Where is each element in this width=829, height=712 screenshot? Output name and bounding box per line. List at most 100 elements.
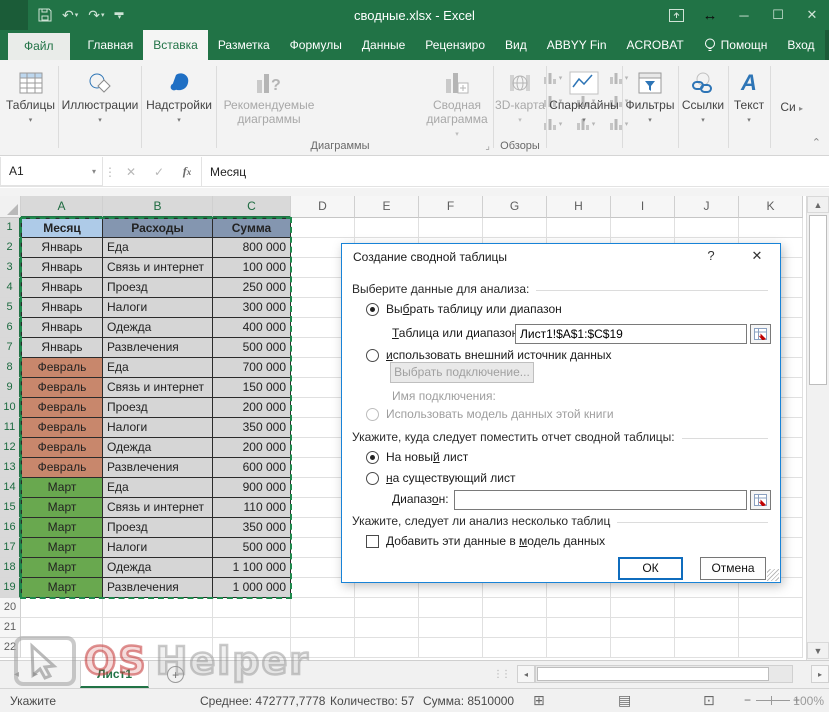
- formula-bar-handle[interactable]: ⋮: [103, 157, 117, 186]
- dialog-help-icon[interactable]: ?: [700, 248, 722, 263]
- row-header-12[interactable]: 12: [0, 438, 21, 458]
- cell[interactable]: 150 000: [213, 378, 291, 398]
- normal-view-icon[interactable]: ⊞: [533, 692, 545, 709]
- cell[interactable]: Март: [21, 558, 103, 578]
- row-header-16[interactable]: 16: [0, 518, 21, 538]
- tab-главная[interactable]: Главная: [78, 30, 144, 60]
- symbols-button-cut[interactable]: Си: [773, 60, 803, 146]
- column-header-C[interactable]: C: [213, 196, 291, 218]
- addins-button[interactable]: Надстройки▾: [143, 60, 215, 146]
- cell[interactable]: 350 000: [213, 518, 291, 538]
- row-header-9[interactable]: 9: [0, 378, 21, 398]
- sign-in-button[interactable]: Вход: [777, 38, 824, 52]
- row-header-10[interactable]: 10: [0, 398, 21, 418]
- cell[interactable]: Январь: [21, 258, 103, 278]
- cancel-button[interactable]: Отмена: [700, 557, 766, 580]
- cell[interactable]: Развлечения: [103, 458, 213, 478]
- maximize-button[interactable]: ☐: [761, 0, 795, 30]
- row-header-21[interactable]: 21: [0, 618, 21, 638]
- row-header-3[interactable]: 3: [0, 258, 21, 278]
- text-button[interactable]: A Текст▾: [730, 60, 768, 146]
- row-header-15[interactable]: 15: [0, 498, 21, 518]
- cell[interactable]: Февраль: [21, 358, 103, 378]
- zoom-out-icon[interactable]: −: [744, 693, 751, 707]
- ribbon-display-options-icon[interactable]: [659, 0, 693, 30]
- cell[interactable]: Одежда: [103, 318, 213, 338]
- sheet-tab-list1[interactable]: Лист1: [80, 661, 149, 688]
- cell[interactable]: 110 000: [213, 498, 291, 518]
- redo-icon[interactable]: ↷▾: [84, 7, 108, 24]
- cell[interactable]: Налоги: [103, 298, 213, 318]
- close-button[interactable]: ✕: [795, 0, 829, 30]
- cell[interactable]: 200 000: [213, 398, 291, 418]
- radio-icon[interactable]: [366, 303, 379, 316]
- cell[interactable]: 800 000: [213, 238, 291, 258]
- cell[interactable]: 500 000: [213, 338, 291, 358]
- cell[interactable]: 350 000: [213, 418, 291, 438]
- name-box[interactable]: A1 ▾: [0, 157, 103, 186]
- cell[interactable]: Связь и интернет: [103, 498, 213, 518]
- cell[interactable]: [103, 638, 213, 658]
- share-button[interactable]: Общий доступ: [825, 30, 829, 60]
- radio-icon[interactable]: [366, 451, 379, 464]
- cell[interactable]: 900 000: [213, 478, 291, 498]
- radio-select-table[interactable]: Выбрать таблицу или диапазон: [366, 302, 562, 316]
- splitter-handle-icon[interactable]: ⋮⋮: [493, 669, 509, 680]
- cell[interactable]: [21, 618, 103, 638]
- cell[interactable]: Январь: [21, 298, 103, 318]
- row-header-19[interactable]: 19: [0, 578, 21, 598]
- tab-вставка[interactable]: Вставка: [143, 30, 208, 60]
- radio-new-sheet[interactable]: На новый лист: [366, 450, 468, 464]
- cell[interactable]: Одежда: [103, 558, 213, 578]
- row-header-22[interactable]: 22: [0, 638, 21, 658]
- horizontal-scrollbar[interactable]: ⋮⋮ ◂ ▸: [493, 663, 829, 685]
- row-header-2[interactable]: 2: [0, 238, 21, 258]
- save-icon[interactable]: [34, 8, 56, 22]
- tables-button[interactable]: Таблицы▾: [4, 60, 57, 146]
- minimize-button[interactable]: ─: [727, 0, 761, 30]
- new-sheet-icon[interactable]: +: [167, 666, 184, 683]
- sparklines-button[interactable]: Спарклайны▾: [548, 60, 620, 146]
- cell[interactable]: Февраль: [21, 378, 103, 398]
- column-header-B[interactable]: B: [103, 196, 213, 218]
- column-header-G[interactable]: G: [483, 196, 547, 218]
- radio-icon[interactable]: [366, 472, 379, 485]
- cell[interactable]: Проезд: [103, 518, 213, 538]
- cell[interactable]: Март: [21, 498, 103, 518]
- cell[interactable]: Январь: [21, 238, 103, 258]
- resize-grip[interactable]: [767, 569, 779, 581]
- tab-формулы[interactable]: Формулы: [280, 30, 352, 60]
- scroll-up-icon[interactable]: ▲: [807, 196, 829, 213]
- tab-разметка[interactable]: Разметка: [208, 30, 280, 60]
- name-box-dropdown-icon[interactable]: ▾: [92, 167, 96, 176]
- cell[interactable]: Проезд: [103, 278, 213, 298]
- radio-external-source[interactable]: использовать внешний источник данных: [366, 348, 612, 362]
- cell[interactable]: Январь: [21, 338, 103, 358]
- select-all-corner[interactable]: [0, 196, 21, 218]
- cell[interactable]: 700 000: [213, 358, 291, 378]
- radio-existing-sheet[interactable]: на существующий лист: [366, 471, 515, 485]
- row-header-17[interactable]: 17: [0, 538, 21, 558]
- tab-рецензиро[interactable]: Рецензиро: [415, 30, 495, 60]
- tab-file[interactable]: Файл: [8, 33, 70, 60]
- cell[interactable]: 400 000: [213, 318, 291, 338]
- cell[interactable]: Еда: [103, 478, 213, 498]
- cell[interactable]: [21, 598, 103, 618]
- cancel-entry-icon[interactable]: ✕: [117, 157, 145, 186]
- sheet-nav-right-icon[interactable]: ▸: [33, 669, 38, 680]
- cell[interactable]: Налоги: [103, 418, 213, 438]
- illustrations-button[interactable]: Иллюстрации▾: [60, 60, 140, 146]
- vertical-scroll-thumb[interactable]: [809, 215, 827, 385]
- cell[interactable]: 100 000: [213, 258, 291, 278]
- tab-abbyy-fin[interactable]: ABBYY Fin: [537, 30, 617, 60]
- column-header-I[interactable]: I: [611, 196, 675, 218]
- tab-acrobat[interactable]: ACROBAT: [617, 30, 694, 60]
- cell[interactable]: 300 000: [213, 298, 291, 318]
- tab-help[interactable]: Помощн: [694, 38, 778, 53]
- vertical-scrollbar[interactable]: ▲ ▼: [806, 196, 829, 660]
- column-header-H[interactable]: H: [547, 196, 611, 218]
- dialog-close-icon[interactable]: ✕: [744, 248, 770, 264]
- destination-range-picker-icon[interactable]: [750, 490, 771, 510]
- cell[interactable]: Март: [21, 578, 103, 598]
- cell[interactable]: 200 000: [213, 438, 291, 458]
